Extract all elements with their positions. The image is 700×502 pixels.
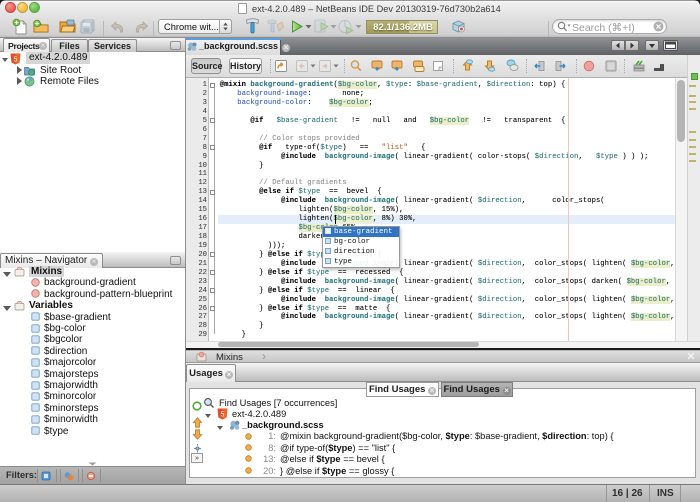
svg-text:5: 5: [14, 56, 18, 63]
svg-text:5: 5: [221, 411, 225, 418]
